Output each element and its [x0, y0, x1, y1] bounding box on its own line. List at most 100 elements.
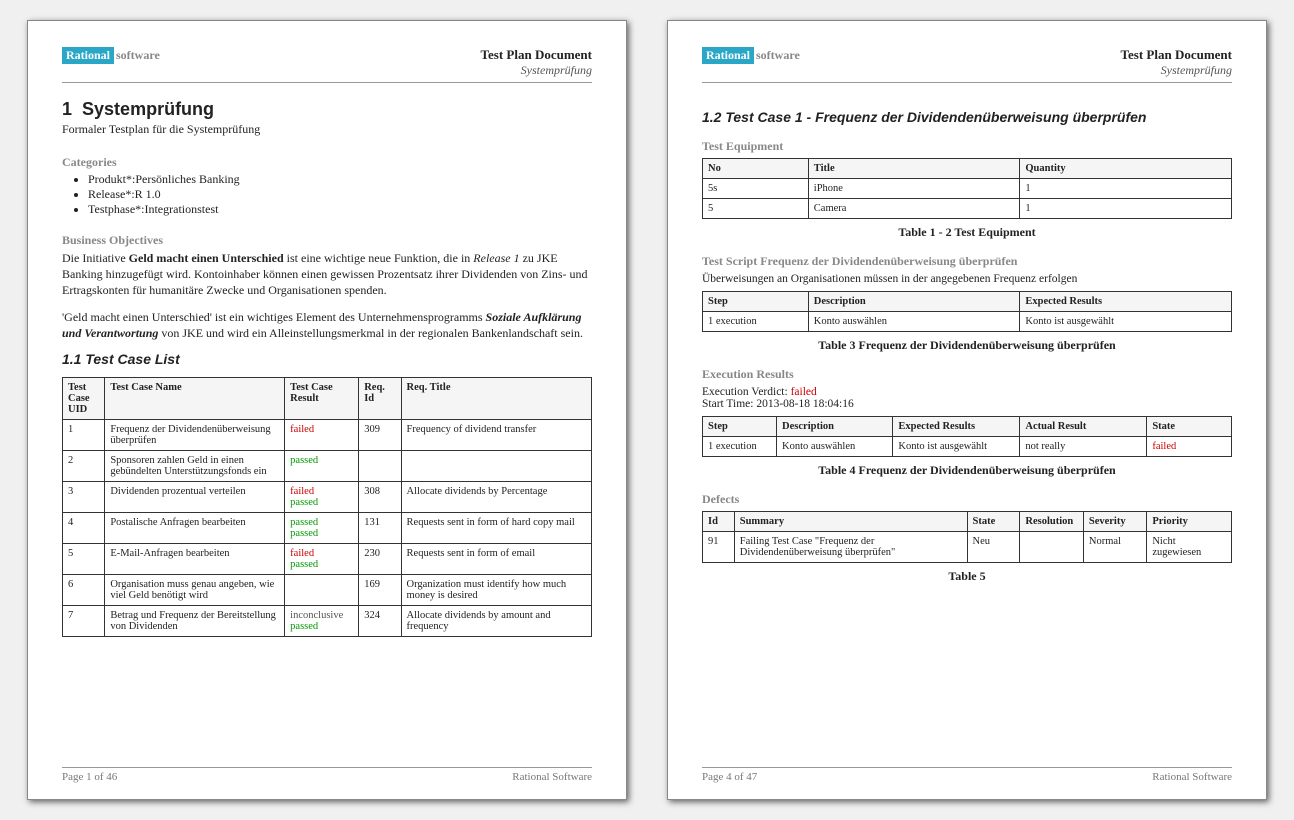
doc-title-block: Test Plan Document Systemprüfung	[481, 47, 592, 78]
table-header-row: No Title Quantity	[703, 159, 1232, 179]
col-act: Actual Result	[1020, 417, 1147, 437]
defects-heading: Defects	[702, 492, 1232, 507]
col-name: Test Case Name	[105, 377, 285, 419]
category-item: Release*:R 1.0	[88, 187, 592, 202]
doc-title: Test Plan Document	[1121, 47, 1232, 63]
section-number: 1	[62, 99, 72, 119]
execution-start-time: Start Time: 2013-08-18 18:04:16	[702, 398, 1232, 410]
table-row: 5Camera1	[703, 199, 1232, 219]
logo-software: software	[116, 48, 160, 63]
logo-software: software	[756, 48, 800, 63]
table-row: 4Postalische Anfragen bearbeitenpassedpa…	[63, 512, 592, 543]
cell-name: Dividenden prozentual verteilen	[105, 481, 285, 512]
cell-reqid: 308	[359, 481, 401, 512]
defects-table: Id Summary State Resolution Severity Pri…	[702, 511, 1232, 563]
business-objectives-heading: Business Objectives	[62, 233, 592, 248]
table-row: 1 executionKonto auswählenKonto ist ausg…	[703, 437, 1232, 457]
col-exp: Expected Results	[1020, 292, 1232, 312]
cell-result	[285, 574, 359, 605]
col-priority: Priority	[1147, 512, 1232, 532]
table-row: 5siPhone1	[703, 179, 1232, 199]
equipment-table: No Title Quantity 5siPhone15Camera1	[702, 158, 1232, 219]
cell-step: 1 execution	[703, 312, 809, 332]
table-row: 6Organisation muss genau angeben, wie vi…	[63, 574, 592, 605]
cell-reqid: 131	[359, 512, 401, 543]
page-header: Rational software Test Plan Document Sys…	[702, 47, 1232, 83]
execution-results-table: Step Description Expected Results Actual…	[702, 416, 1232, 457]
cell-qty: 1	[1020, 199, 1232, 219]
col-id: Id	[703, 512, 735, 532]
footer-company: Rational Software	[512, 771, 592, 783]
cell-qty: 1	[1020, 179, 1232, 199]
execution-verdict: Execution Verdict: failed	[702, 386, 1232, 398]
cell-name: Postalische Anfragen bearbeiten	[105, 512, 285, 543]
cell-name: Betrag und Frequenz der Bereitstellung v…	[105, 605, 285, 636]
test-script-caption: Table 3 Frequenz der Dividendenüberweisu…	[702, 338, 1232, 353]
cell-exp: Konto ist ausgewählt	[893, 437, 1020, 457]
section-title: Systemprüfung	[82, 99, 214, 119]
cell-summary: Failing Test Case "Frequenz der Dividend…	[734, 532, 967, 563]
page-footer: Page 1 of 46 Rational Software	[62, 767, 592, 783]
col-desc: Description	[777, 417, 893, 437]
cell-result: failedpassed	[285, 481, 359, 512]
table-header-row: Step Description Expected Results Actual…	[703, 417, 1232, 437]
cell-result: passedpassed	[285, 512, 359, 543]
category-item: Produkt*:Persönliches Banking	[88, 172, 592, 187]
verdict-value: failed	[791, 386, 817, 398]
result-value: passed	[290, 497, 318, 508]
cell-reqid: 324	[359, 605, 401, 636]
table-header-row: Id Summary State Resolution Severity Pri…	[703, 512, 1232, 532]
cell-id: 91	[703, 532, 735, 563]
cell-reqtitle: Allocate dividends by amount and frequen…	[401, 605, 591, 636]
cell-reqtitle: Requests sent in form of email	[401, 543, 591, 574]
page-number: Page 1 of 46	[62, 771, 117, 783]
col-uid: Test Case UID	[63, 377, 105, 419]
page-footer: Page 4 of 47 Rational Software	[702, 767, 1232, 783]
table-header-row: Test Case UID Test Case Name Test Case R…	[63, 377, 592, 419]
cell-uid: 6	[63, 574, 105, 605]
defects-caption: Table 5	[702, 569, 1232, 584]
cell-uid: 7	[63, 605, 105, 636]
col-result: Test Case Result	[285, 377, 359, 419]
document-page-2: Rational software Test Plan Document Sys…	[667, 20, 1267, 800]
cell-result: failedpassed	[285, 543, 359, 574]
cell-name: E-Mail-Anfragen bearbeiten	[105, 543, 285, 574]
business-objectives-p1: Die Initiative Geld macht einen Untersch…	[62, 250, 592, 299]
logo-rational: Rational	[62, 47, 114, 64]
col-resolution: Resolution	[1020, 512, 1083, 532]
table-row: 3Dividenden prozentual verteilenfailedpa…	[63, 481, 592, 512]
cell-reqtitle: Allocate dividends by Percentage	[401, 481, 591, 512]
page-body: 1.2 Test Case 1 - Frequenz der Dividende…	[702, 99, 1232, 767]
table-row: 5E-Mail-Anfragen bearbeitenfailedpassed2…	[63, 543, 592, 574]
table-row: 1 executionKonto auswählenKonto ist ausg…	[703, 312, 1232, 332]
result-value: failed	[1152, 441, 1176, 452]
result-value: passed	[290, 528, 318, 539]
execution-results-heading: Execution Results	[702, 367, 1232, 382]
cell-name: Organisation muss genau angeben, wie vie…	[105, 574, 285, 605]
cell-reqid: 230	[359, 543, 401, 574]
page-number: Page 4 of 47	[702, 771, 757, 783]
cell-priority: Nicht zugewiesen	[1147, 532, 1232, 563]
cell-reqid	[359, 450, 401, 481]
cell-uid: 2	[63, 450, 105, 481]
page-header: Rational software Test Plan Document Sys…	[62, 47, 592, 83]
result-value: failed	[290, 486, 314, 497]
subsection-heading: 1.2 Test Case 1 - Frequenz der Dividende…	[702, 109, 1232, 125]
logo-rational: Rational	[702, 47, 754, 64]
result-value: passed	[290, 559, 318, 570]
cell-uid: 5	[63, 543, 105, 574]
execution-results-caption: Table 4 Frequenz der Dividendenüberweisu…	[702, 463, 1232, 478]
cell-uid: 4	[63, 512, 105, 543]
categories-list: Produkt*:Persönliches Banking Release*:R…	[62, 172, 592, 217]
cell-no: 5s	[703, 179, 809, 199]
equipment-heading: Test Equipment	[702, 139, 1232, 154]
col-reqid: Req. Id	[359, 377, 401, 419]
table-header-row: Step Description Expected Results	[703, 292, 1232, 312]
cell-resolution	[1020, 532, 1083, 563]
cell-result: failed	[285, 419, 359, 450]
cell-reqtitle: Organization must identify how much mone…	[401, 574, 591, 605]
table-row: 91Failing Test Case "Frequenz der Divide…	[703, 532, 1232, 563]
col-severity: Severity	[1083, 512, 1146, 532]
cell-uid: 1	[63, 419, 105, 450]
categories-heading: Categories	[62, 155, 592, 170]
